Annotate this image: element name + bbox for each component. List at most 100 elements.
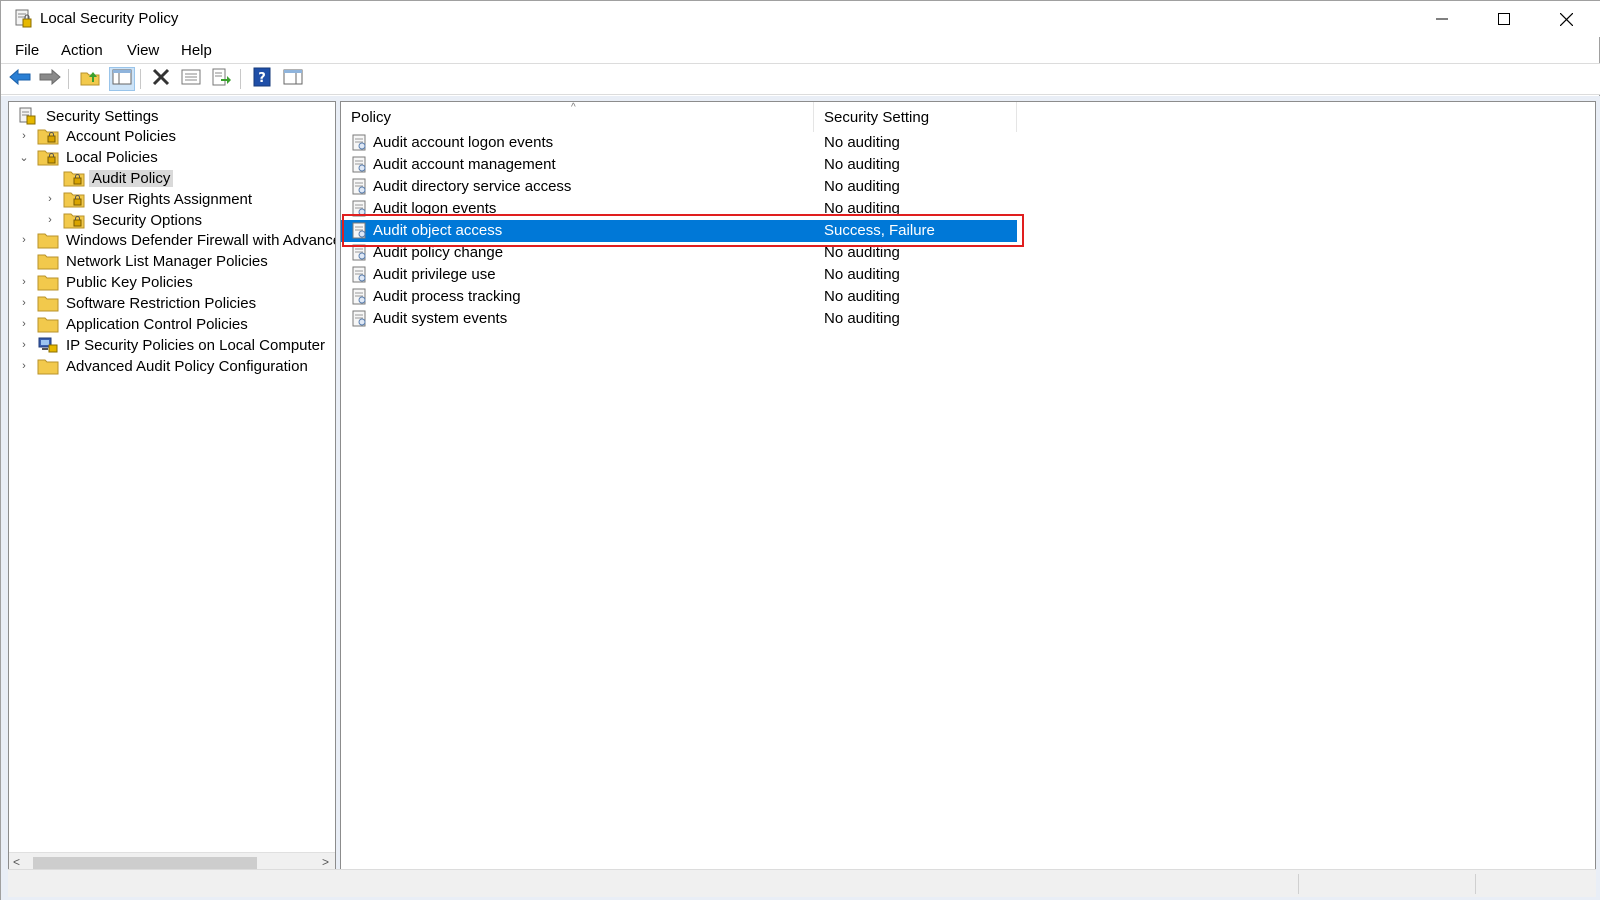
tree-item-software-restriction-policies[interactable]: › Software Restriction Policies [17, 293, 259, 313]
highlight-annotation-box [342, 214, 1024, 247]
policy-setting: No auditing [824, 156, 900, 173]
window-title: Local Security Policy [40, 10, 179, 27]
menu-help[interactable]: Help [181, 42, 212, 59]
close-button[interactable] [1535, 1, 1597, 37]
delete-button[interactable] [148, 67, 174, 91]
tree-item-public-key-policies[interactable]: › Public Key Policies [17, 272, 196, 292]
menu-bar: File Action View Help [1, 39, 1600, 63]
properties-icon [181, 69, 201, 89]
policy-row[interactable]: Audit process tracking No auditing [341, 286, 1017, 308]
tree-item-label: Network List Manager Policies [66, 252, 268, 270]
tree-item-audit-policy[interactable]: Audit Policy [43, 168, 174, 188]
export-list-button[interactable] [209, 67, 235, 91]
tree-item-label: Audit Policy [89, 169, 174, 187]
maximize-button[interactable] [1473, 1, 1535, 37]
svg-text:?: ? [258, 71, 266, 86]
policy-row[interactable]: Audit system events No auditing [341, 308, 1017, 330]
help-button[interactable]: ? [249, 67, 275, 91]
policy-setting: No auditing [824, 310, 900, 327]
toolbar-separator [240, 69, 241, 89]
security-policy-icon [15, 9, 33, 29]
policy-row[interactable]: Audit account logon events No auditing [341, 132, 1017, 154]
tree-item-security-options[interactable]: › Security Options [43, 210, 205, 230]
show-hide-action-pane-icon [283, 69, 303, 89]
menu-view[interactable]: View [127, 42, 159, 59]
locked-folder-icon [37, 147, 59, 167]
up-level-button[interactable] [77, 67, 103, 91]
folder-icon [37, 314, 59, 334]
console-tree: Security Settings › Account Policies ⌄ L… [8, 101, 336, 873]
forward-arrow-icon [39, 68, 61, 89]
scroll-left-arrow-icon[interactable]: < [13, 855, 20, 869]
column-header-label: Security Setting [824, 108, 930, 126]
folder-icon [37, 251, 59, 271]
tree-item-label: Application Control Policies [66, 315, 248, 333]
show-hide-action-pane-button[interactable] [280, 67, 306, 91]
expand-chevron-icon[interactable]: › [43, 214, 57, 226]
policy-row[interactable]: Audit privilege use No auditing [341, 264, 1017, 286]
policy-name: Audit account logon events [373, 134, 554, 151]
forward-button[interactable] [37, 67, 63, 91]
toolbar-separator [140, 69, 141, 89]
tree-item-label: Security Options [92, 211, 203, 229]
locked-folder-icon [63, 210, 85, 230]
up-folder-icon [80, 68, 100, 90]
folder-icon [37, 356, 59, 376]
expand-chevron-icon[interactable]: › [17, 234, 31, 246]
tree-item-label: Account Policies [66, 127, 177, 145]
collapse-chevron-icon[interactable]: ⌄ [17, 151, 31, 164]
expand-chevron-icon[interactable]: › [17, 318, 31, 330]
tree-item-label: Public Key Policies [66, 273, 193, 291]
tree-item-user-rights-assignment[interactable]: › User Rights Assignment [43, 189, 255, 209]
app-window: Local Security Policy File Action View H… [0, 0, 1600, 900]
back-arrow-icon [9, 68, 31, 89]
toolbar: ? [1, 63, 1600, 95]
expand-chevron-icon[interactable]: › [17, 130, 31, 142]
policy-setting: No auditing [824, 178, 900, 195]
column-header-label: Policy [351, 108, 392, 126]
menu-action[interactable]: Action [61, 42, 103, 59]
folder-icon [37, 272, 59, 292]
scroll-right-arrow-icon[interactable]: > [322, 855, 329, 869]
locked-folder-icon [63, 189, 85, 209]
ip-security-icon [37, 335, 59, 355]
policy-row[interactable]: Audit account management No auditing [341, 154, 1017, 176]
column-header-policy[interactable]: Policy ^ [341, 102, 814, 132]
policy-icon [351, 310, 369, 328]
tree-item-label: Software Restriction Policies [66, 294, 257, 312]
properties-button[interactable] [178, 67, 204, 91]
tree-item-label: Windows Defender Firewall with Advanced … [66, 231, 335, 249]
policy-row[interactable]: Audit directory service access No auditin… [341, 176, 1017, 198]
export-list-icon [212, 68, 232, 90]
tree-item-local-policies[interactable]: ⌄ Local Policies [17, 147, 161, 167]
expand-chevron-icon[interactable]: › [17, 339, 31, 351]
tree-item-network-list-manager[interactable]: Network List Manager Policies [17, 251, 271, 271]
expand-chevron-icon[interactable]: › [17, 276, 31, 288]
title-bar: Local Security Policy [1, 1, 1600, 37]
policy-icon [351, 266, 369, 284]
scrollbar-thumb[interactable] [33, 857, 257, 869]
expand-chevron-icon[interactable]: › [17, 297, 31, 309]
delete-icon [152, 68, 170, 90]
menu-file[interactable]: File [15, 42, 39, 59]
column-header-security-setting[interactable]: Security Setting [814, 102, 1017, 132]
tree-root[interactable]: Security Settings [17, 106, 162, 126]
policy-setting: No auditing [824, 288, 900, 305]
tree-item-application-control-policies[interactable]: › Application Control Policies [17, 314, 251, 334]
tree-item-windows-defender-firewall[interactable]: › Windows Defender Firewall with Advance… [17, 230, 335, 250]
tree-item-advanced-audit-policy[interactable]: › Advanced Audit Policy Configuration [17, 356, 311, 376]
tree-item-label: Local Policies [66, 148, 158, 166]
expand-chevron-icon[interactable]: › [43, 193, 57, 205]
policy-icon [351, 288, 369, 306]
policy-setting: No auditing [824, 134, 900, 151]
locked-folder-icon [63, 168, 85, 188]
toolbar-separator [68, 69, 69, 89]
show-hide-tree-button[interactable] [109, 67, 135, 91]
tree-item-ip-security-policies[interactable]: › IP Security Policies on Local Computer [17, 335, 328, 355]
tree-item-account-policies[interactable]: › Account Policies [17, 126, 179, 146]
expand-chevron-icon[interactable]: › [17, 360, 31, 372]
back-button[interactable] [7, 67, 33, 91]
locked-folder-icon [37, 126, 59, 146]
policy-name: Audit process tracking [373, 288, 521, 305]
minimize-button[interactable] [1411, 1, 1473, 37]
